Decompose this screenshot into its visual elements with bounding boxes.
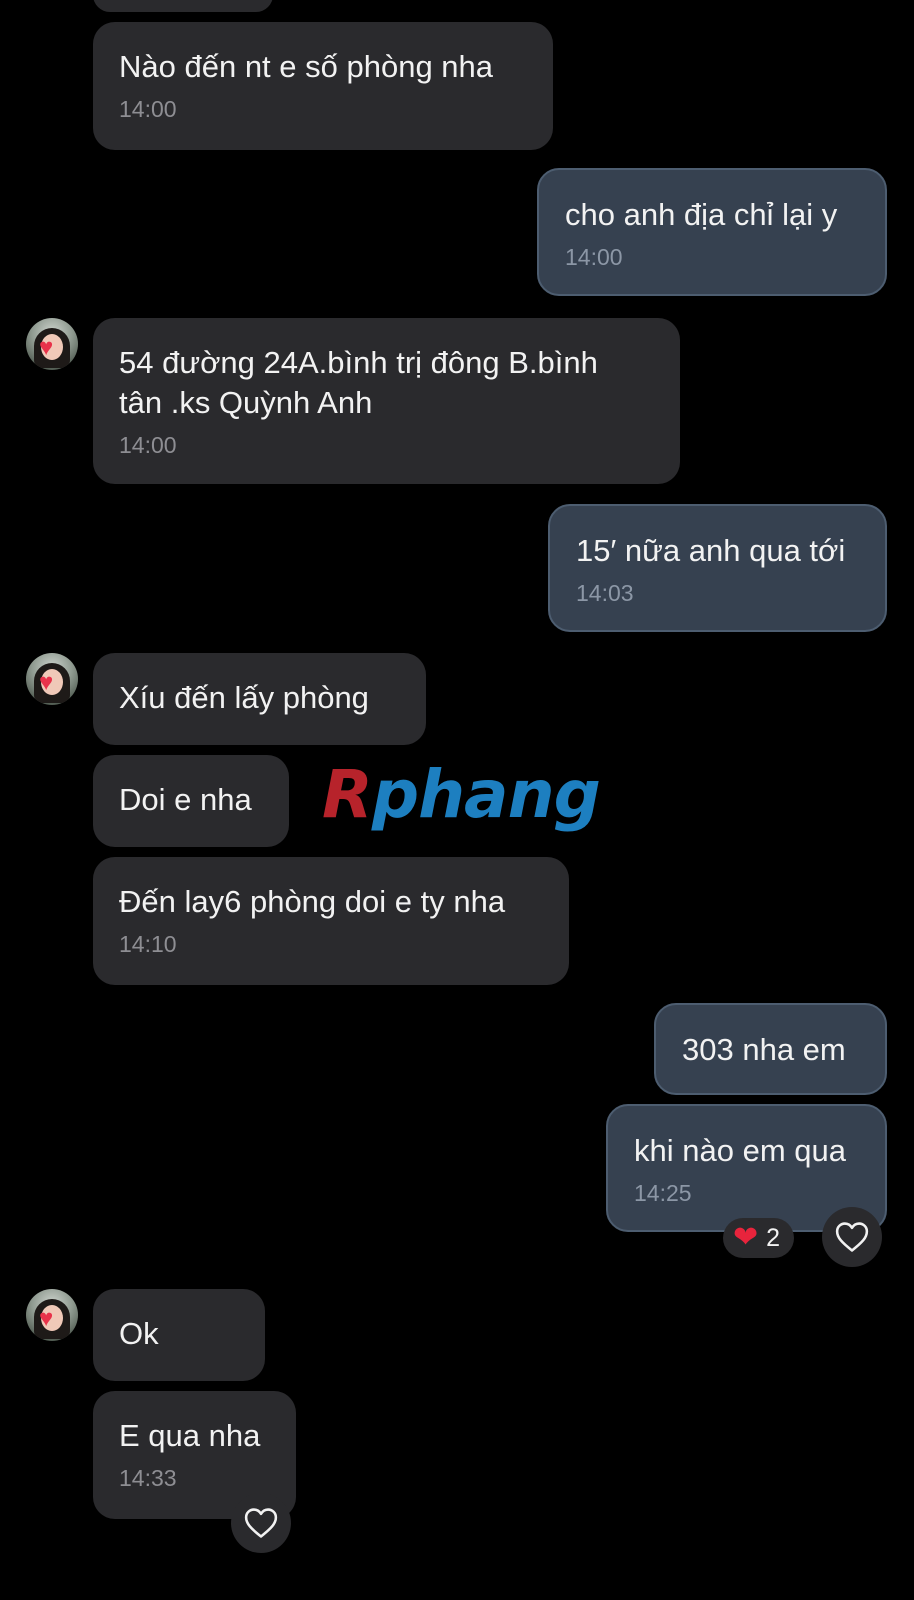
message-text: Ok [119,1316,159,1351]
message-timestamp: 14:10 [119,931,177,957]
message-text: 303 nha em [682,1032,846,1067]
reaction-pill[interactable]: ❤ 2 [723,1218,795,1258]
contact-avatar[interactable]: ♥ [26,653,78,705]
heart-outline-icon [244,1508,278,1538]
message-bubble-incoming[interactable]: Đến lay6 phòng doi e ty nha 14:10 [93,857,569,985]
reaction-count: 2 [766,1223,781,1252]
message-timestamp: 14:03 [576,580,634,606]
message-text: Doi e nha [119,782,252,817]
contact-avatar[interactable]: ♥ [26,318,78,370]
message-timestamp: 14:00 [119,432,177,458]
red-heart-emoji-icon: ❤ [733,1221,759,1254]
message-bubble-incoming[interactable]: Xíu đến lấy phòng [93,653,426,745]
heart-outline-icon [835,1222,869,1252]
watermark-logo: Rphang [322,760,601,830]
watermark-rest: phang [371,756,601,833]
message-bubble-incoming[interactable]: Nào đến nt e số phòng nha 14:00 [93,22,553,150]
watermark-first-letter: R [322,756,373,833]
message-bubble-outgoing[interactable]: 303 nha em [654,1003,887,1095]
message-text: E qua nha [119,1418,261,1453]
message-bubble-incoming[interactable]: 54 đường 24A.bình trị đông B.bình tân .k… [93,318,680,484]
like-button[interactable] [231,1493,291,1553]
heart-sticker-icon: ♥ [39,334,54,361]
message-timestamp: 14:00 [565,244,623,270]
heart-sticker-icon: ♥ [39,1305,54,1332]
message-timestamp: 14:00 [119,96,177,122]
message-text: Xíu đến lấy phòng [119,680,369,715]
message-text: Đến lay6 phòng doi e ty nha [119,884,506,919]
message-bubble-outgoing[interactable]: 15′ nữa anh qua tới 14:03 [548,504,887,632]
contact-avatar[interactable]: ♥ [26,1289,78,1341]
message-timestamp: 14:33 [119,1465,177,1491]
message-text: Nào đến nt e số phòng nha [119,49,494,84]
message-text: 15′ nữa anh qua tới [576,533,846,568]
like-button[interactable] [822,1207,882,1267]
message-bubble-partial[interactable] [93,0,273,12]
message-bubble-outgoing[interactable]: cho anh địa chỉ lại y 14:00 [537,168,887,296]
message-text: 54 đường 24A.bình trị đông B.bình tân .k… [119,345,598,420]
message-bubble-incoming[interactable]: Doi e nha [93,755,289,847]
message-text: khi nào em qua [634,1133,846,1168]
message-bubble-incoming[interactable]: Ok [93,1289,265,1381]
message-text: cho anh địa chỉ lại y [565,197,838,232]
heart-sticker-icon: ♥ [39,669,54,696]
message-timestamp: 14:25 [634,1180,692,1206]
